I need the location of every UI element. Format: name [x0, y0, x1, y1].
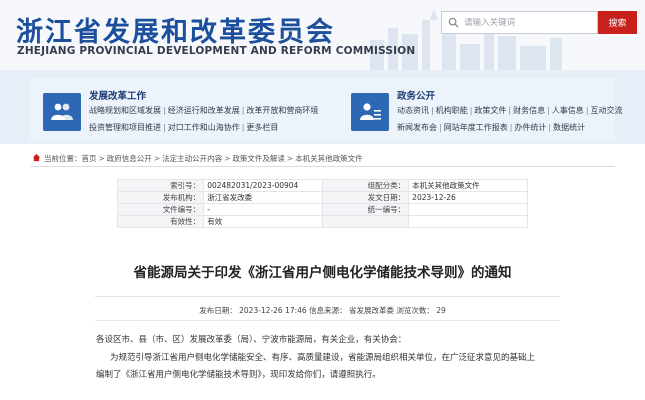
nav-link[interactable]: 投资管理和项目推进	[89, 123, 161, 132]
nav-link[interactable]: 财务信息	[513, 106, 545, 115]
nav-link[interactable]: 机构职能	[436, 106, 468, 115]
meta-value: 浙江省发改委	[203, 191, 323, 204]
document-title: 省能源局关于印发《浙江省用户侧电化学储能技术导则》的通知	[133, 265, 512, 281]
body-paragraph-salutation: 各设区市、县（市、区）发展改革委（局）、宁波市能源局，有关企业，有关协会：	[96, 335, 407, 345]
breadcrumb-label: 当前位置：	[44, 154, 82, 163]
body-paragraph-line: 为规范引导浙江省用户侧电化学储能安全、有序、高质量建设，省能源局组织相关单位，在…	[110, 353, 536, 363]
meta-value: 002482031/2023-00904	[203, 179, 323, 192]
meta-value: 2023-12-26	[408, 191, 528, 204]
meta-key: 有效性：	[116, 215, 205, 228]
meta-key: 发文日期：	[321, 191, 410, 204]
nav-link[interactable]: 网站年度工作报表	[444, 123, 508, 132]
document-info-line: 发布日期： 2023-12-26 17:46 信息来源： 省发展改革委 浏览次数…	[199, 306, 446, 315]
nav-link[interactable]: 动态资讯	[397, 106, 429, 115]
table-row: 有效性： 有效	[116, 215, 528, 228]
nav-link[interactable]: 战略规划和区域发展	[89, 106, 161, 115]
people-icon	[43, 93, 81, 131]
home-icon	[32, 153, 41, 164]
meta-value	[408, 203, 528, 216]
meta-key: 统一编号：	[321, 203, 410, 216]
search-icon	[442, 12, 464, 33]
breadcrumb-item[interactable]: 法定主动公开内容	[162, 153, 222, 164]
nav-link[interactable]: 政策文件	[474, 106, 506, 115]
search-box	[441, 11, 598, 34]
body-paragraph-line: 编制了《浙江省用户侧电化学储能技术导则》，现印发给你们，请遵照执行。	[96, 370, 381, 380]
nav-link[interactable]: 人事信息	[552, 106, 584, 115]
nav-link[interactable]: 办件统计	[514, 123, 546, 132]
breadcrumb-item[interactable]: 首页	[82, 153, 97, 164]
nav-links-right-row2: 新闻发布会 | 网站年度工作报表 | 办件统计 | 数据统计	[397, 123, 586, 132]
nav-links-left-row1: 战略规划和区域发展 | 经济运行和改革发展 | 改革开放和营商环境	[89, 106, 319, 115]
nav-link[interactable]: 互动交流	[591, 106, 623, 115]
meta-value	[408, 215, 528, 228]
nav-links-right-row1: 动态资讯 | 机构职能 | 政策文件 | 财务信息 | 人事信息 | 互动交流	[397, 106, 623, 115]
table-row: 发布机构： 浙江省发改委 发文日期： 2023-12-26	[116, 191, 528, 204]
search-button[interactable]: 搜索	[598, 11, 637, 34]
site-subtitle: ZHEJIANG PROVINCIAL DEVELOPMENT AND REFO…	[17, 45, 416, 57]
meta-value: 本机关其他政策文件	[408, 179, 528, 192]
breadcrumb: 当前位置： 首页 > 政府信息公开 > 法定主动公开内容 > 政策文件及解读 > 本机关…	[32, 153, 363, 164]
nav-link[interactable]: 对口工作和山海协作	[168, 123, 240, 132]
table-row: 文件编号： - 统一编号：	[116, 203, 528, 216]
nav-link[interactable]: 改革开放和营商环境	[246, 106, 318, 115]
divider	[95, 320, 560, 321]
meta-key	[321, 215, 410, 228]
nav-heading-development-work: 发展改革工作	[89, 91, 147, 102]
site-header: 浙江省发展和改革委员会 ZHEJIANG PROVINCIAL DEVELOPM…	[0, 0, 645, 70]
site-title: 浙江省发展和改革委员会	[16, 17, 335, 48]
divider	[95, 296, 560, 297]
nav-links-left-row2: 投资管理和项目推进 | 对口工作和山海协作 | 更多栏目	[89, 123, 279, 132]
nav-link[interactable]: 经济运行和改革发展	[168, 106, 240, 115]
nav-link[interactable]: 新闻发布会	[397, 123, 437, 132]
meta-value: 有效	[203, 215, 323, 228]
meta-key: 文件编号：	[116, 203, 205, 216]
nav-link[interactable]: 数据统计	[553, 123, 585, 132]
meta-key: 索引号：	[116, 179, 205, 192]
nav-link[interactable]: 更多栏目	[246, 123, 278, 132]
breadcrumb-item[interactable]: 政府信息公开	[107, 153, 152, 164]
table-row: 索引号： 002482031/2023-00904 组配分类： 本机关其他政策文…	[116, 179, 528, 192]
meta-key: 组配分类：	[321, 179, 410, 192]
search-input[interactable]	[464, 17, 594, 28]
divider	[30, 166, 615, 167]
nav-heading-government-affairs: 政务公开	[397, 91, 436, 102]
document-meta-table: 索引号： 002482031/2023-00904 组配分类： 本机关其他政策文…	[116, 179, 528, 228]
user-info-icon	[351, 93, 389, 131]
breadcrumb-item[interactable]: 政策文件及解读	[232, 153, 285, 164]
breadcrumb-item[interactable]: 本机关其他政策文件	[295, 153, 363, 164]
meta-value: -	[203, 203, 323, 216]
meta-key: 发布机构：	[116, 191, 205, 204]
